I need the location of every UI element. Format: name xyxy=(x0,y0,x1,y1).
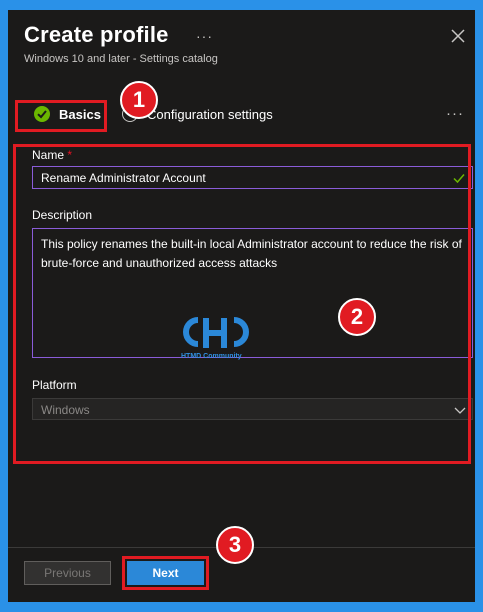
ellipsis-icon[interactable]: ··· xyxy=(446,105,464,122)
create-profile-panel: Create profile ··· Windows 10 and later … xyxy=(8,10,475,602)
step-marker-1: 1 xyxy=(120,81,158,119)
step-marker-3: 3 xyxy=(216,526,254,564)
ellipsis-icon[interactable]: ··· xyxy=(196,28,213,44)
page-title: Create profile xyxy=(24,22,169,47)
step-marker-2: 2 xyxy=(338,298,376,336)
page-subtitle: Windows 10 and later - Settings catalog xyxy=(24,53,218,65)
form-highlight-box xyxy=(13,144,471,464)
tab-basics[interactable]: Basics xyxy=(59,107,101,122)
close-icon[interactable] xyxy=(450,28,466,44)
tab-configuration-settings[interactable]: Configuration settings xyxy=(147,107,273,122)
check-circle-icon xyxy=(34,106,50,122)
next-button[interactable]: Next xyxy=(127,561,204,585)
previous-button[interactable]: Previous xyxy=(24,561,111,585)
